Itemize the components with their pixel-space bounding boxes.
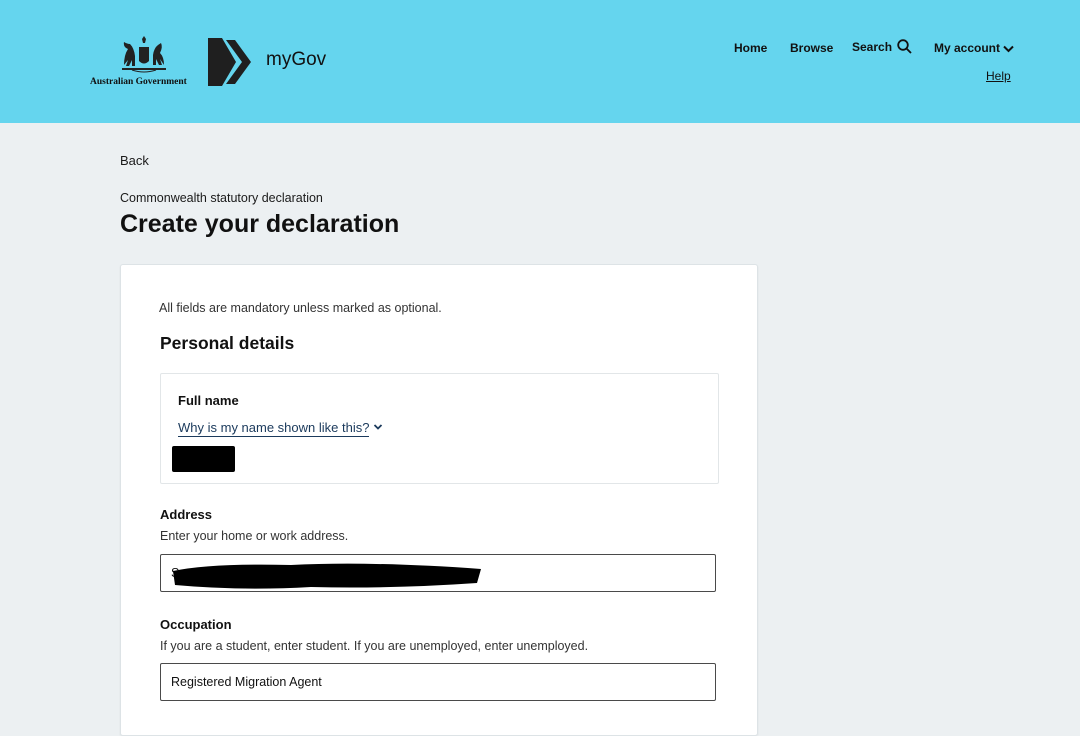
- mygov-logo-icon[interactable]: [206, 36, 254, 88]
- address-label: Address: [160, 507, 213, 522]
- occupation-hint: If you are a student, enter student. If …: [160, 639, 589, 653]
- nav-my-account-label: My account: [934, 41, 1001, 55]
- coat-of-arms-icon: [122, 36, 166, 73]
- address-hint: Enter your home or work address.: [160, 529, 349, 543]
- nav-my-account[interactable]: My account: [934, 41, 1014, 55]
- search-icon: [897, 39, 912, 54]
- mygov-brand[interactable]: myGov: [266, 49, 326, 71]
- full-name-label: Full name: [178, 393, 239, 408]
- name-explanation-toggle[interactable]: Why is my name shown like this?: [178, 421, 370, 437]
- nav-search[interactable]: Search: [852, 39, 912, 54]
- page-title: Create your declaration: [120, 210, 400, 238]
- chevron-down-icon[interactable]: [373, 423, 383, 431]
- nav-search-label: Search: [852, 39, 893, 54]
- occupation-input[interactable]: [160, 663, 716, 701]
- nav-browse[interactable]: Browse: [790, 41, 833, 55]
- occupation-label: Occupation: [160, 617, 232, 632]
- back-link[interactable]: Back: [120, 153, 149, 168]
- page-eyebrow: Commonwealth statutory declaration: [120, 191, 323, 205]
- declaration-form-card: All fields are mandatory unless marked a…: [120, 264, 758, 736]
- government-name: Australian Government: [90, 77, 187, 87]
- mandatory-note: All fields are mandatory unless marked a…: [159, 301, 442, 315]
- nav-home[interactable]: Home: [734, 41, 767, 55]
- section-title: Personal details: [160, 333, 295, 353]
- full-name-panel: Full name Why is my name shown like this…: [160, 373, 719, 484]
- australian-government-logo[interactable]: Australian Government: [90, 35, 196, 90]
- nav-help-link[interactable]: Help: [986, 69, 1011, 83]
- chevron-down-icon: [1003, 45, 1014, 53]
- redacted-address: [173, 563, 481, 589]
- site-header: Australian Government myGov Home Browse …: [0, 0, 1080, 123]
- redacted-full-name: [172, 446, 235, 472]
